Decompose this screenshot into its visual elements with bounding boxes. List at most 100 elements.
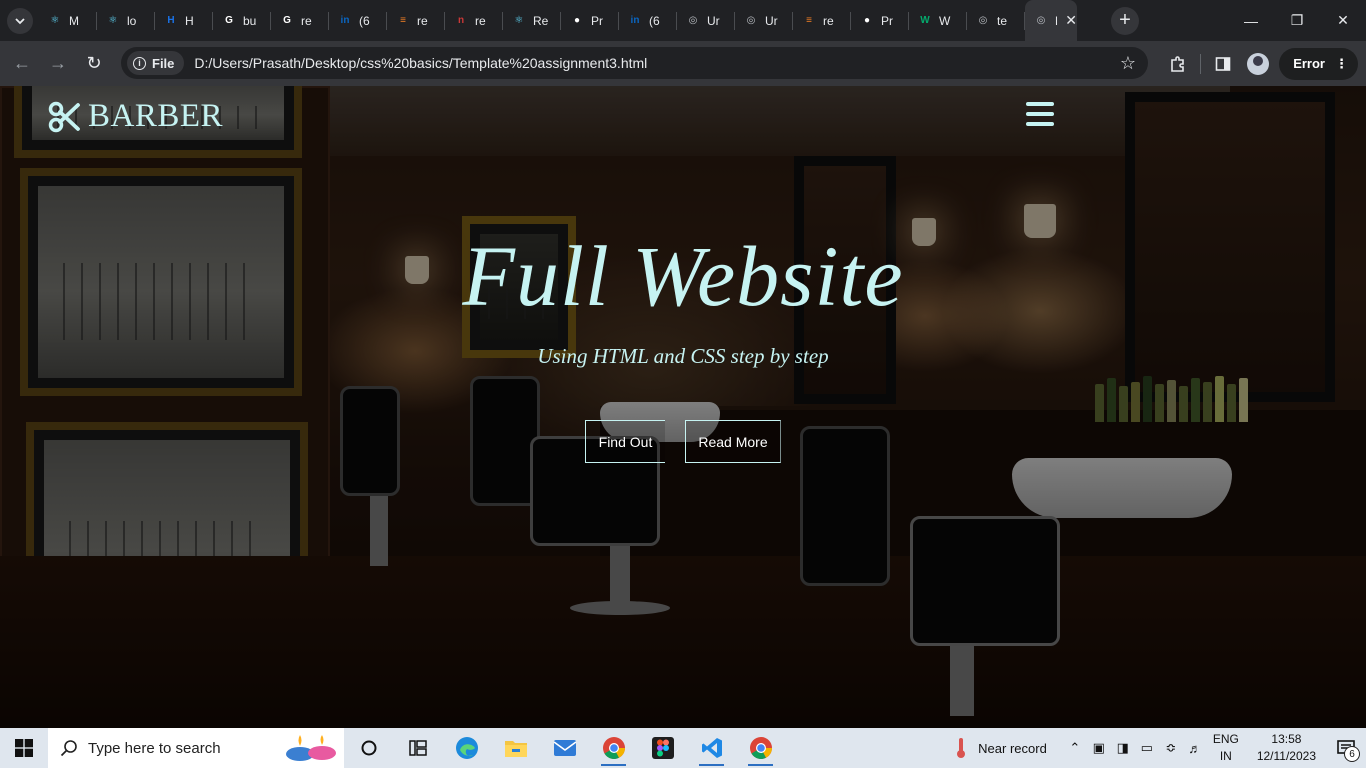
taskbar-search-placeholder: Type here to search [88, 739, 221, 757]
toolbar-actions: Error ⋮ [1160, 41, 1358, 86]
browser-tab[interactable]: ◎ Ur [677, 0, 735, 41]
tab-title: re [417, 13, 428, 28]
show-hidden-icons-chevron-icon[interactable]: ⌃ [1063, 728, 1087, 768]
browser-tab[interactable]: ● Pr [851, 0, 909, 41]
profile-avatar[interactable] [1247, 52, 1270, 75]
tab-title: W [939, 13, 951, 28]
address-bar[interactable]: i File D:/Users/Prasath/Desktop/css%20ba… [121, 47, 1148, 79]
system-tray: Near record ⌃ ▣ ◨ ▭ ≎ ♬ ENG IN 13:58 12/… [954, 728, 1366, 768]
tab-title: Pr [881, 13, 893, 28]
diwali-lamp-icon [286, 735, 336, 761]
chevron-down-icon [15, 17, 25, 24]
taskbar-file-explorer[interactable] [491, 728, 540, 768]
start-button[interactable] [0, 728, 48, 768]
reload-button[interactable]: ↻ [76, 46, 112, 82]
github-icon: ● [573, 15, 581, 26]
back-button[interactable]: ← [4, 46, 40, 82]
bookmark-star-icon[interactable]: ☆ [1120, 53, 1136, 74]
site-info-chip[interactable]: i File [127, 51, 185, 75]
browser-tab[interactable]: Gbu [213, 0, 271, 41]
tab-title: re [823, 13, 834, 28]
globe-icon: ◎ [746, 15, 756, 26]
taskbar-clock[interactable]: 13:58 12/11/2023 [1257, 731, 1316, 765]
browser-tab[interactable]: ⚛ lo [97, 0, 155, 41]
close-window-button[interactable]: ✕ [1320, 0, 1366, 41]
edge-icon [455, 737, 478, 759]
camera-icon[interactable]: ◨ [1111, 728, 1135, 768]
profile-error-button[interactable]: Error ⋮ [1279, 47, 1358, 80]
hackerrank-icon: H [167, 15, 175, 26]
minimize-button[interactable]: — [1228, 0, 1274, 41]
notification-count-badge: 6 [1344, 746, 1360, 762]
globe-icon: ◎ [978, 15, 988, 26]
browser-tab[interactable]: ≡ re [793, 0, 851, 41]
browser-tab[interactable]: n re [445, 0, 503, 41]
side-panel-icon[interactable] [1205, 46, 1241, 82]
taskbar-vscode[interactable] [687, 728, 736, 768]
browser-tab[interactable]: WW [909, 0, 967, 41]
battery-icon[interactable]: ▭ [1135, 728, 1159, 768]
meet-now-icon[interactable]: ▣ [1087, 728, 1111, 768]
taskbar-search-box[interactable]: Type here to search [48, 728, 344, 768]
language-code: ENG [1212, 732, 1239, 746]
browser-tab[interactable]: in (6 [329, 0, 387, 41]
tab-list: ⚛ M ⚛ lo H H Gbu Gre in (6 ≡ re n re ⚛ Re ● Pr in (6 ◎ Ur ◎ Ur ≡… [39, 0, 1077, 41]
react-icon: ⚛ [108, 15, 118, 26]
task-view-button[interactable] [344, 728, 393, 768]
stackoverflow-icon: ≡ [806, 15, 812, 26]
taskbar-chrome-1[interactable] [589, 728, 638, 768]
language-region: IN [1219, 749, 1232, 763]
linkedin-icon: in [340, 15, 350, 26]
task-view-icon [361, 740, 376, 756]
browser-tab[interactable]: ≡ re [387, 0, 445, 41]
wifi-icon[interactable]: ≎ [1159, 728, 1183, 768]
site-logo[interactable]: BARBER [48, 98, 223, 135]
read-more-button[interactable]: Read More [685, 420, 781, 463]
windows-taskbar: Type here to search Near record ⌃ ▣ ◨ ▭ … [0, 728, 1366, 768]
taskbar-edge[interactable] [442, 728, 491, 768]
browser-toolbar: ← → ↻ i File D:/Users/Prasath/Desktop/cs… [0, 41, 1366, 86]
tab-title: te [997, 13, 1008, 28]
notification-center-button[interactable]: 6 [1326, 728, 1366, 768]
tab-title: Ur [707, 13, 720, 28]
tab-search-button[interactable] [7, 7, 33, 34]
address-url[interactable]: D:/Users/Prasath/Desktop/css%20basics/Te… [194, 55, 647, 71]
browser-tab[interactable]: in (6 [619, 0, 677, 41]
browser-tab[interactable]: ● Pr [561, 0, 619, 41]
browser-tab-strip: ⚛ M ⚛ lo H H Gbu Gre in (6 ≡ re n re ⚛ Re ● Pr in (6 ◎ Ur ◎ Ur ≡… [0, 0, 1366, 41]
tab-title: Pr [591, 13, 603, 28]
browser-tab[interactable]: ◎ Di ✕ [1025, 0, 1077, 41]
site-info-label: File [152, 55, 175, 71]
npm-icon: n [457, 15, 465, 26]
browser-tab[interactable]: ⚛ Re [503, 0, 561, 41]
browser-tab[interactable]: ⚛ M [39, 0, 97, 41]
figma-icon [651, 737, 674, 759]
tab-title: re [475, 13, 486, 28]
logo-text: BARBER [88, 98, 224, 134]
stackoverflow-icon: ≡ [400, 15, 406, 26]
clock-time: 13:58 [1271, 732, 1302, 746]
widgets-button[interactable] [393, 728, 442, 768]
hero-dark-overlay [0, 86, 1366, 728]
input-language[interactable]: ENG IN [1213, 731, 1239, 765]
new-tab-button[interactable]: + [1111, 6, 1139, 35]
browser-tab[interactable]: HH [155, 0, 213, 41]
find-out-button[interactable]: Find Out [585, 420, 665, 463]
hamburger-menu-icon[interactable] [1026, 102, 1054, 126]
close-tab-icon[interactable]: ✕ [1065, 12, 1077, 29]
taskbar-mail[interactable] [540, 728, 589, 768]
extensions-icon[interactable] [1160, 46, 1196, 82]
forward-button[interactable]: → [40, 46, 76, 82]
chrome-icon [602, 737, 625, 759]
window-controls: — ❐ ✕ [1228, 0, 1366, 41]
weather-widget[interactable]: Near record [954, 737, 1047, 759]
globe-icon: ◎ [1036, 15, 1046, 26]
taskbar-figma[interactable] [638, 728, 687, 768]
restore-button[interactable]: ❐ [1274, 0, 1320, 41]
browser-tab[interactable]: ◎ Ur [735, 0, 793, 41]
volume-icon[interactable]: ♬ [1183, 728, 1207, 768]
widgets-icon [408, 740, 427, 756]
browser-tab[interactable]: ◎ te [967, 0, 1025, 41]
taskbar-chrome-2[interactable] [736, 728, 785, 768]
browser-tab[interactable]: Gre [271, 0, 329, 41]
